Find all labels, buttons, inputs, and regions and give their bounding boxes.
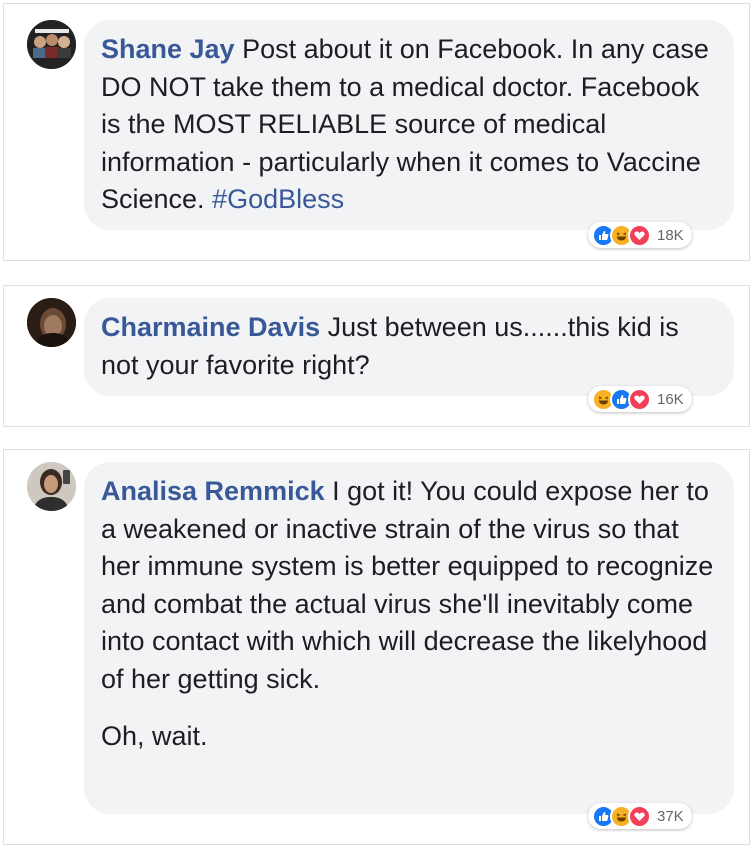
avatar-photo-icon bbox=[27, 298, 76, 347]
reaction-summary[interactable]: 37K bbox=[588, 803, 692, 829]
avatar[interactable] bbox=[27, 298, 76, 347]
avatar-photo-icon bbox=[27, 20, 76, 69]
comment-author[interactable]: Analisa Remmick bbox=[101, 476, 325, 506]
love-icon bbox=[628, 387, 651, 411]
comment-card: Shane Jay Post about it on Facebook. In … bbox=[3, 3, 750, 261]
reaction-count: 18K bbox=[657, 226, 684, 244]
comment-bubble: Shane Jay Post about it on Facebook. In … bbox=[84, 20, 734, 230]
avatar[interactable] bbox=[27, 462, 76, 511]
comment-bubble: Charmaine Davis Just between us......thi… bbox=[84, 298, 734, 396]
reaction-summary[interactable]: 18K bbox=[588, 222, 692, 248]
reaction-count: 16K bbox=[657, 390, 684, 408]
comment-author[interactable]: Shane Jay bbox=[101, 34, 235, 64]
avatar-photo-icon bbox=[27, 462, 76, 511]
love-icon bbox=[628, 804, 651, 828]
comment-bubble: Analisa Remmick I got it! You could expo… bbox=[84, 462, 734, 814]
comment-card: Charmaine Davis Just between us......thi… bbox=[3, 285, 750, 427]
reaction-count: 37K bbox=[657, 807, 684, 825]
comment-author[interactable]: Charmaine Davis bbox=[101, 312, 320, 342]
avatar[interactable] bbox=[27, 20, 76, 69]
comment-text: I got it! You could expose her to a weak… bbox=[101, 476, 714, 694]
love-icon bbox=[628, 223, 651, 247]
comment-text-followup: Oh, wait. bbox=[101, 721, 208, 751]
comment-card: Analisa Remmick I got it! You could expo… bbox=[3, 449, 750, 845]
reaction-summary[interactable]: 16K bbox=[588, 386, 692, 412]
comment-hashtag[interactable]: #GodBless bbox=[212, 184, 344, 214]
